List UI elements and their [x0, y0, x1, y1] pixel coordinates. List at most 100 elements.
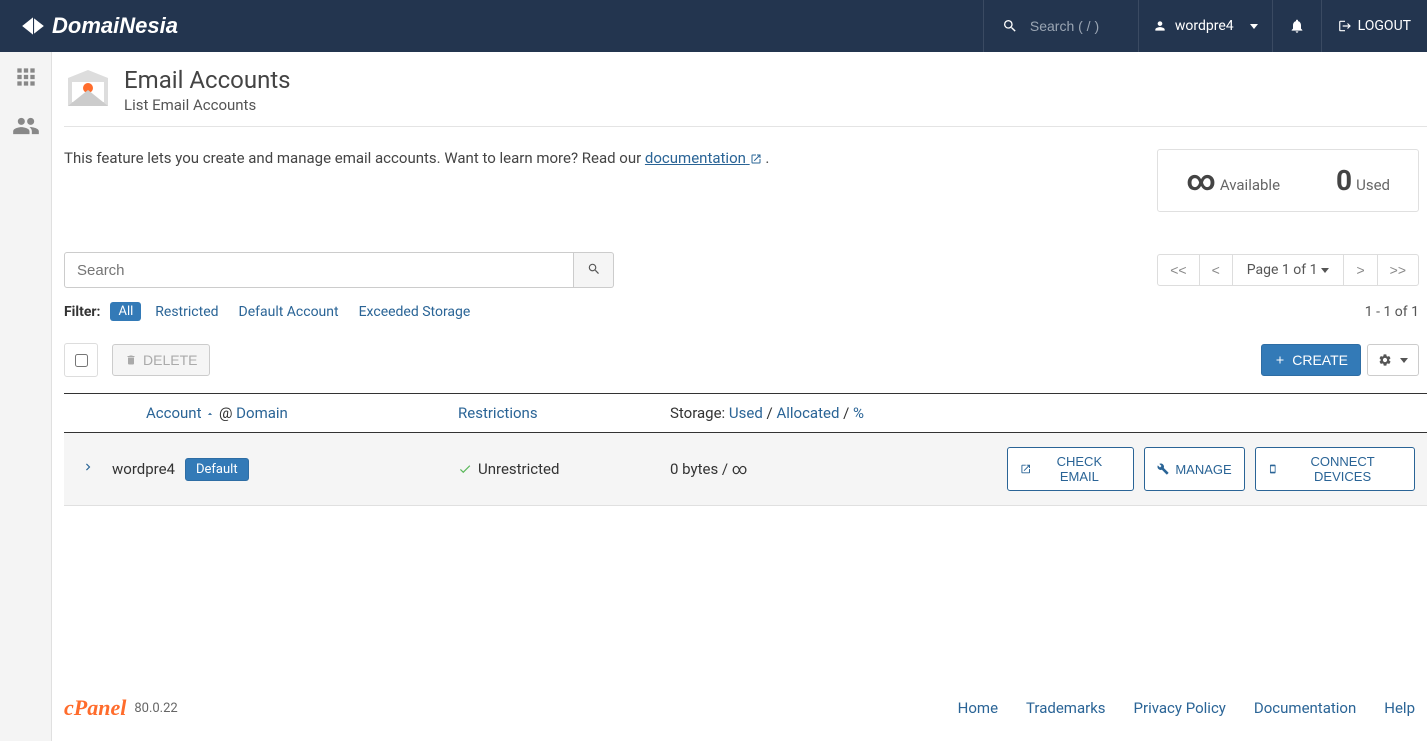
search-icon — [1002, 18, 1018, 34]
users-icon — [12, 112, 40, 140]
pager-next[interactable]: > — [1343, 254, 1377, 286]
intro-text: This feature lets you create and manage … — [64, 149, 1157, 167]
brand-logo[interactable]: DomaiNesia — [0, 13, 198, 39]
logout-label: LOGOUT — [1358, 18, 1411, 34]
wrench-icon — [1157, 463, 1169, 475]
footer-help[interactable]: Help — [1384, 699, 1415, 717]
search-group — [64, 252, 614, 288]
select-all-input[interactable] — [75, 354, 88, 367]
create-label: CREATE — [1292, 352, 1348, 368]
pager-first[interactable]: << — [1157, 254, 1199, 286]
col-domain-sort[interactable]: Domain — [236, 404, 288, 422]
manage-button[interactable]: MANAGE — [1144, 447, 1244, 491]
pager: << < Page 1 of 1 > >> — [1158, 254, 1419, 286]
logout-icon — [1338, 19, 1352, 33]
filter-label: Filter: — [64, 304, 100, 320]
delete-button[interactable]: DELETE — [112, 344, 210, 376]
notifications-button[interactable] — [1272, 0, 1321, 52]
connect-devices-button[interactable]: CONNECT DEVICES — [1255, 447, 1415, 491]
filter-all[interactable]: All — [110, 302, 141, 321]
filter-restricted[interactable]: Restricted — [155, 304, 218, 320]
caret-down-icon — [1250, 24, 1258, 29]
search-icon — [587, 262, 601, 276]
filter-exceeded[interactable]: Exceeded Storage — [359, 304, 471, 320]
stat-available-label: Available — [1220, 176, 1280, 194]
pager-page-select[interactable]: Page 1 of 1 — [1232, 254, 1345, 286]
check-email-button[interactable]: CHECK EMAIL — [1007, 447, 1134, 491]
gear-icon — [1378, 353, 1392, 367]
cpanel-version: 80.0.22 — [134, 701, 177, 716]
logo-icon — [20, 13, 46, 39]
external-link-icon — [1020, 463, 1031, 475]
username: wordpre4 — [1175, 18, 1234, 34]
page-header: Email Accounts List Email Accounts — [64, 62, 1427, 127]
external-link-icon — [750, 153, 762, 165]
col-used-sort[interactable]: Used — [729, 404, 763, 422]
col-restrictions-sort[interactable]: Restrictions — [458, 404, 538, 422]
select-all-checkbox[interactable] — [64, 343, 98, 377]
sidenav-users[interactable] — [12, 112, 40, 144]
intro-pre: This feature lets you create and manage … — [64, 149, 645, 167]
filter-default-account[interactable]: Default Account — [239, 304, 339, 320]
table-row: wordpre4 Default Unrestricted 0 bytes / … — [64, 433, 1427, 506]
email-accounts-icon — [64, 66, 112, 114]
row-expand[interactable] — [64, 460, 112, 478]
row-restrictions-text: Unrestricted — [478, 460, 559, 478]
pager-prev[interactable]: < — [1199, 254, 1233, 286]
check-email-label: CHECK EMAIL — [1037, 454, 1121, 484]
page-title: Email Accounts — [124, 66, 291, 94]
footer-trademarks[interactable]: Trademarks — [1026, 699, 1106, 717]
create-button[interactable]: CREATE — [1261, 344, 1361, 376]
user-menu[interactable]: wordpre4 — [1138, 0, 1272, 52]
check-icon — [458, 462, 472, 476]
caret-down-icon — [1321, 268, 1329, 273]
row-storage: 0 bytes / ∞ — [670, 460, 1007, 478]
grid-icon — [13, 64, 39, 90]
logout-button[interactable]: LOGOUT — [1321, 0, 1427, 52]
brand-text: DomaiNesia — [52, 13, 178, 39]
search-button[interactable] — [574, 252, 614, 288]
header-search-input[interactable] — [1030, 18, 1120, 34]
table-header: Account @ Domain Restrictions Storage: U… — [64, 393, 1427, 433]
row-account-name: wordpre4 — [112, 460, 175, 478]
col-percent-sort[interactable]: % — [853, 404, 864, 422]
col-allocated-sort[interactable]: Allocated — [776, 404, 839, 422]
stat-available: ∞ Available — [1158, 150, 1308, 211]
stat-used-num: 0 — [1336, 164, 1352, 197]
col-sep1: / — [763, 404, 777, 422]
chevron-right-icon — [81, 460, 95, 474]
plus-icon — [1274, 354, 1286, 366]
delete-label: DELETE — [143, 352, 197, 368]
top-header: DomaiNesia wordpre4 LOGOUT — [0, 0, 1427, 52]
trash-icon — [125, 354, 137, 366]
footer-documentation[interactable]: Documentation — [1254, 699, 1356, 717]
pager-mid-label: Page 1 of 1 — [1247, 262, 1318, 278]
user-icon — [1153, 19, 1167, 33]
search-input[interactable] — [64, 252, 574, 288]
sidenav-apps[interactable] — [13, 64, 39, 94]
caret-down-icon — [1400, 358, 1408, 363]
pager-last[interactable]: >> — [1377, 254, 1419, 286]
sort-up-icon — [205, 409, 215, 419]
stats-box: ∞ Available 0Used — [1157, 149, 1419, 212]
page-subtitle: List Email Accounts — [124, 96, 291, 114]
footer-privacy[interactable]: Privacy Policy — [1134, 699, 1226, 717]
stat-used: 0Used — [1308, 150, 1418, 211]
header-search[interactable] — [983, 0, 1138, 52]
documentation-link[interactable]: documentation — [645, 149, 762, 167]
stat-available-num: ∞ — [1186, 164, 1215, 197]
result-count: 1 - 1 of 1 — [1365, 304, 1419, 320]
bell-icon — [1289, 18, 1305, 34]
cpanel-logo: cPanel — [64, 695, 126, 721]
col-at: @ — [215, 404, 236, 422]
row-default-badge: Default — [185, 458, 249, 481]
col-sep2: / — [839, 404, 853, 422]
intro-post: . — [762, 149, 770, 167]
settings-button[interactable] — [1367, 344, 1419, 376]
footer-home[interactable]: Home — [958, 699, 998, 717]
col-storage-prefix: Storage: — [670, 404, 729, 422]
mobile-icon — [1268, 462, 1278, 476]
footer: cPanel 80.0.22 Home Trademarks Privacy P… — [64, 675, 1427, 741]
col-account-sort[interactable]: Account — [146, 404, 215, 422]
connect-label: CONNECT DEVICES — [1283, 454, 1402, 484]
